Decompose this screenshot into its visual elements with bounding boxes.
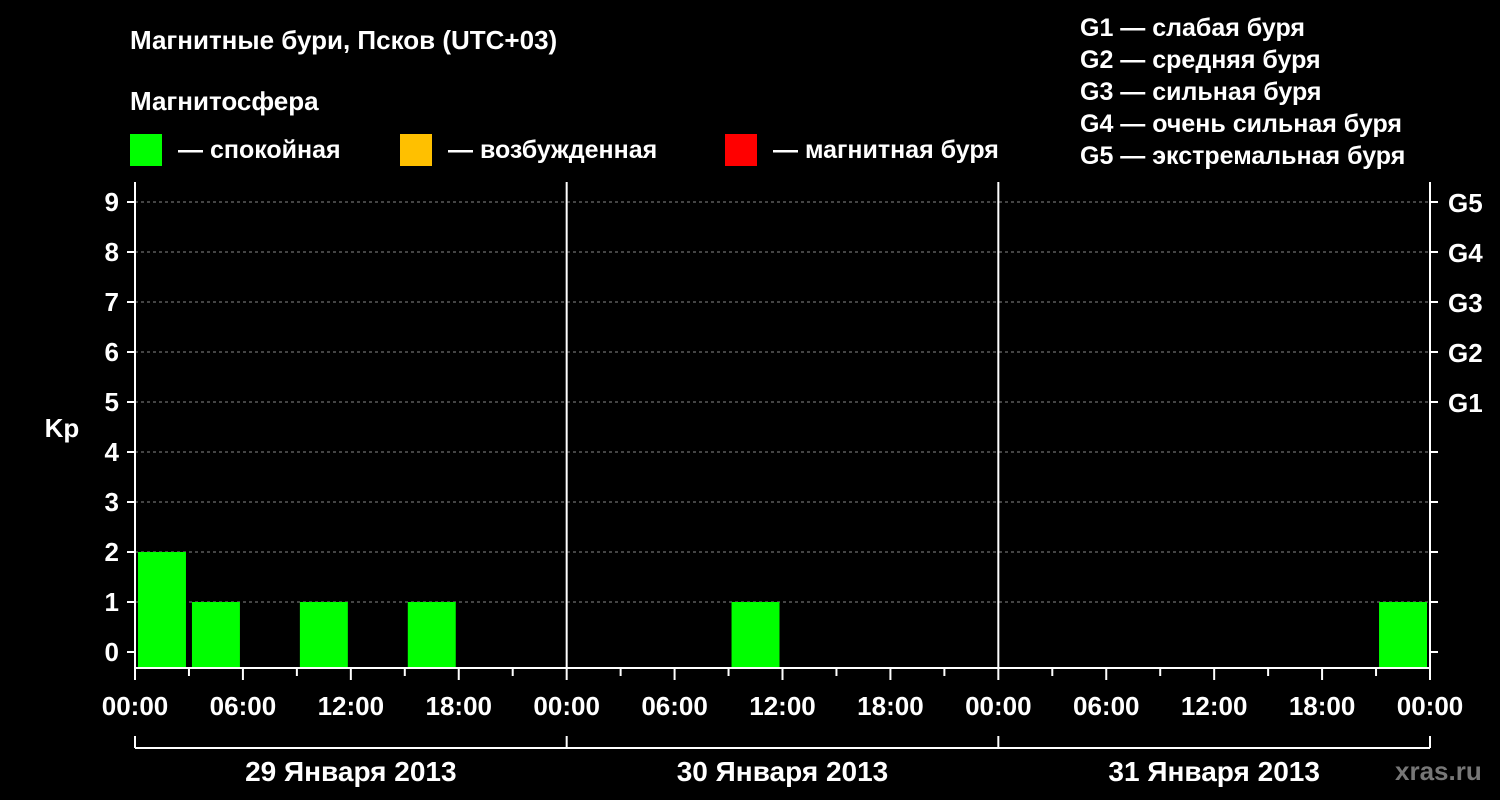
x-tick-label: 00:00 — [1397, 691, 1464, 721]
right-tick-label-g2: G2 — [1448, 338, 1483, 368]
watermark: xras.ru — [1395, 756, 1482, 786]
x-tick-label: 18:00 — [857, 691, 924, 721]
y-tick-label: 7 — [105, 287, 119, 317]
kp-bar — [138, 552, 186, 668]
kp-bar — [1379, 602, 1427, 668]
kp-bar — [191, 602, 240, 668]
y-tick-label: 3 — [105, 487, 119, 517]
x-tick-label: 12:00 — [318, 691, 385, 721]
x-tick-label: 00:00 — [533, 691, 600, 721]
y-tick-label: 1 — [105, 587, 119, 617]
right-tick-label-g3: G3 — [1448, 288, 1483, 318]
kp-bar — [731, 602, 780, 668]
kp-chart: 0 1 2 3 4 5 6 7 8 9 G1 G2 G3 G4 G5 Kp 00:00 06:00 12:00 18:… — [45, 182, 1483, 787]
y-tick-label: 0 — [105, 637, 119, 667]
x-tick-label: 06:00 — [210, 691, 277, 721]
x-tick-label: 06:00 — [641, 691, 708, 721]
kp-bar — [299, 602, 348, 668]
x-tick-label: 18:00 — [426, 691, 493, 721]
day-label: 31 Января 2013 — [1108, 756, 1320, 787]
x-tick-label: 00:00 — [102, 691, 169, 721]
y-axis-label: Kp — [45, 413, 80, 443]
day-label: 29 Января 2013 — [245, 756, 457, 787]
y-tick-label: 2 — [105, 537, 119, 567]
y-tick-label: 4 — [105, 437, 120, 467]
x-tick-label: 12:00 — [749, 691, 816, 721]
x-tick-label: 12:00 — [1181, 691, 1248, 721]
y-tick-label: 9 — [105, 187, 119, 217]
y-tick-label: 6 — [105, 337, 119, 367]
y-tick-label: 8 — [105, 237, 119, 267]
right-tick-label-g4: G4 — [1448, 238, 1483, 268]
day-label: 30 Января 2013 — [677, 756, 889, 787]
kp-bar — [407, 602, 456, 668]
y-tick-label: 5 — [105, 387, 119, 417]
right-tick-label-g1: G1 — [1448, 388, 1483, 418]
x-tick-label: 00:00 — [965, 691, 1032, 721]
x-tick-label: 18:00 — [1289, 691, 1356, 721]
x-tick-label: 06:00 — [1073, 691, 1140, 721]
right-tick-label-g5: G5 — [1448, 188, 1483, 218]
